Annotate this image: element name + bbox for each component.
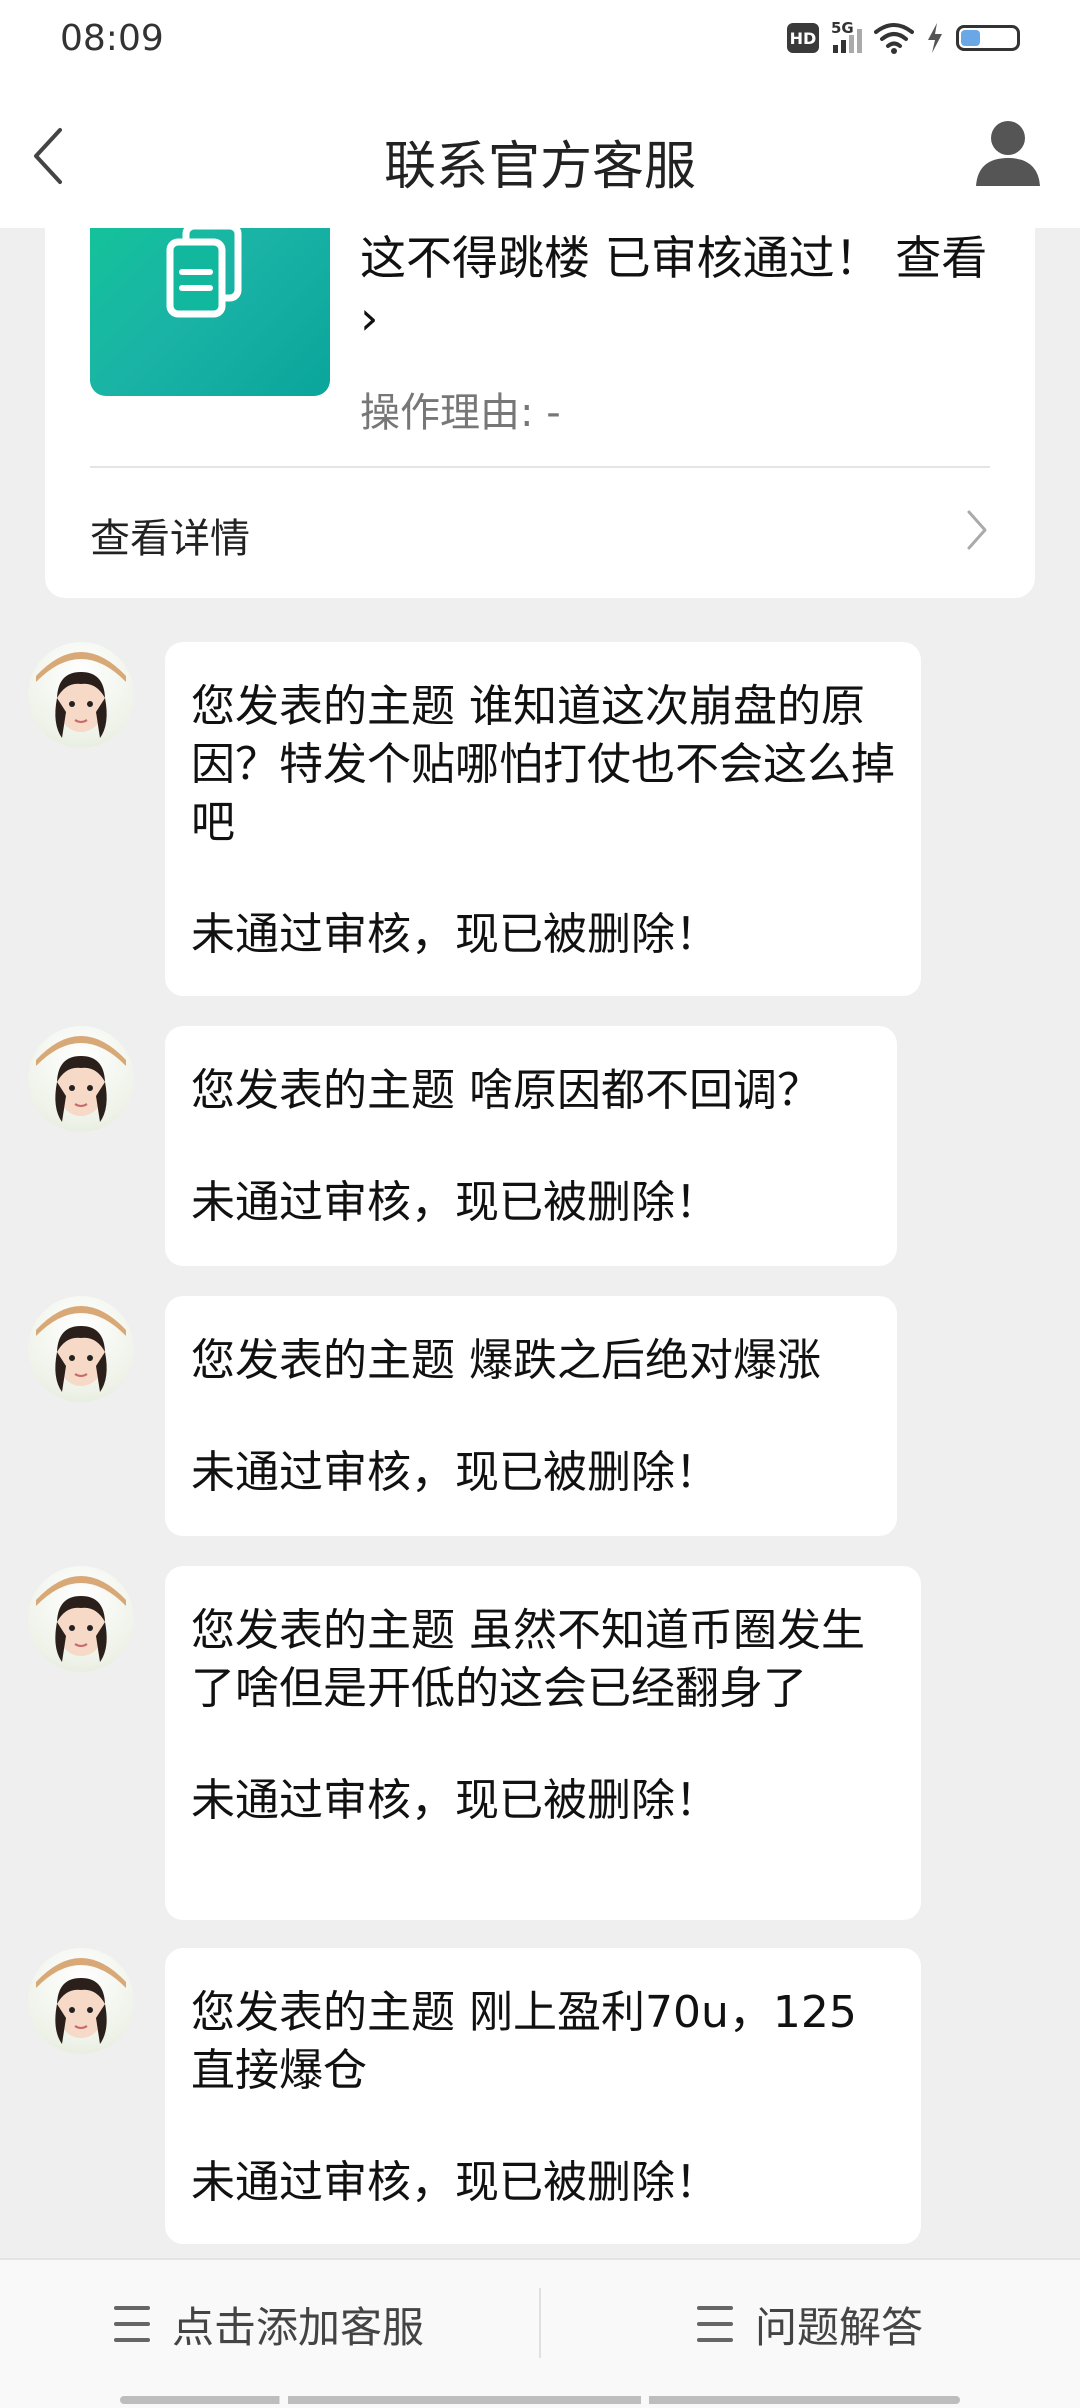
- message-topic: 您发表的主题 爆跌之后绝对爆涨: [191, 1335, 821, 1386]
- battery-icon: [956, 25, 1020, 51]
- menu-icon: [113, 2306, 150, 2342]
- home-indicator[interactable]: [120, 2396, 960, 2404]
- avatar[interactable]: [28, 1026, 134, 1132]
- hd-icon: HD: [787, 23, 819, 53]
- status-time: 08:09: [60, 18, 164, 59]
- top-nav-bar: 联系官方客服: [0, 84, 1080, 228]
- charging-icon: [928, 23, 942, 53]
- add-service-button[interactable]: 点击添加客服: [0, 2260, 538, 2388]
- avatar[interactable]: [28, 1296, 134, 1402]
- avatar[interactable]: [28, 642, 134, 748]
- message-status: 未通过审核，现已被删除！: [191, 1775, 719, 1826]
- menu-icon: [696, 2306, 733, 2342]
- cellular-signal-icon: 5G: [831, 19, 862, 53]
- message-status: 未通过审核，现已被删除！: [191, 2157, 719, 2208]
- card-thumbnail: [90, 228, 330, 396]
- page-title: 联系官方客服: [383, 137, 696, 197]
- message-bubble: 您发表的主题 刚上盈利70u，125直接爆仓 未通过审核，现已被删除！: [165, 1948, 921, 2244]
- message-bubble: 您发表的主题 啥原因都不回调？ 未通过审核，现已被删除！: [165, 1026, 897, 1266]
- chevron-right-icon: [967, 510, 987, 550]
- message-bubble: 您发表的主题 爆跌之后绝对爆涨 未通过审核，现已被删除！: [165, 1296, 897, 1536]
- message-bubble: 您发表的主题 谁知道这次崩盘的原因？特发个贴哪怕打仗也不会这么掉吧 未通过审核，…: [165, 642, 921, 996]
- card-text: 这不得跳楼 已审核通过！ 查看 ›: [360, 231, 988, 345]
- status-icons: HD 5G: [787, 19, 1020, 54]
- message-bubble: 您发表的主题 虽然不知道币圈发生了啥但是开低的这会已经翻身了 未通过审核，现已被…: [165, 1566, 921, 1920]
- add-service-label: 点击添加客服: [171, 2302, 424, 2352]
- avatar[interactable]: [28, 1948, 134, 2054]
- view-details-link[interactable]: 查看详情: [90, 506, 250, 564]
- message-topic: 您发表的主题 刚上盈利70u，125直接爆仓: [191, 1987, 857, 2096]
- message-topic: 您发表的主题 啥原因都不回调？: [191, 1065, 821, 1116]
- avatar[interactable]: [28, 1566, 134, 1672]
- bottom-menu-bar: 点击添加客服 问题解答: [0, 2258, 1080, 2408]
- status-bar: 08:09 HD 5G: [0, 0, 1080, 84]
- message-status: 未通过审核，现已被删除！: [191, 1447, 719, 1498]
- service-avatar-image: [36, 1958, 126, 2044]
- message-status: 未通过审核，现已被删除！: [191, 1177, 719, 1228]
- chat-content[interactable]: 这不得跳楼 已审核通过！ 查看 › 操作理由: - 查看详情 您发表的主题 谁知…: [0, 228, 1080, 2258]
- message-status: 未通过审核，现已被删除！: [191, 909, 719, 960]
- service-avatar-image: [36, 1576, 126, 1662]
- moderation-card[interactable]: 这不得跳楼 已审核通过！ 查看 › 操作理由: - 查看详情: [45, 228, 1035, 598]
- divider: [90, 466, 990, 468]
- faq-button[interactable]: 问题解答: [541, 2260, 1079, 2388]
- document-icon: [166, 228, 242, 318]
- card-reason: 操作理由: -: [360, 390, 561, 436]
- network-type-label: 5G: [831, 19, 854, 37]
- wifi-icon: [874, 23, 914, 54]
- user-icon[interactable]: [972, 116, 1044, 188]
- service-avatar-image: [36, 652, 126, 738]
- faq-label: 问题解答: [754, 2302, 923, 2352]
- service-avatar-image: [36, 1306, 126, 1392]
- message-topic: 您发表的主题 谁知道这次崩盘的原因？特发个贴哪怕打仗也不会这么掉吧: [191, 681, 895, 848]
- service-avatar-image: [36, 1036, 126, 1122]
- message-topic: 您发表的主题 虽然不知道币圈发生了啥但是开低的这会已经翻身了: [191, 1605, 865, 1714]
